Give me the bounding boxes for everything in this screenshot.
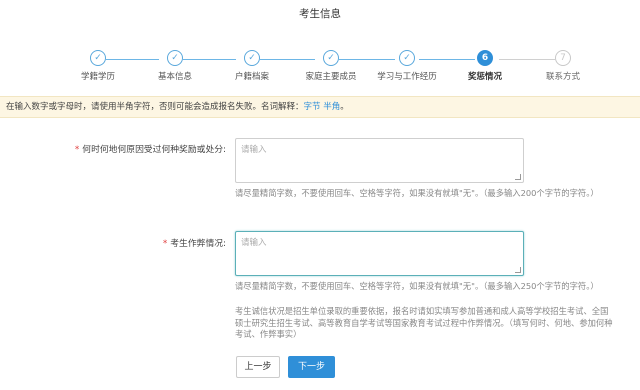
cheating-field-label: * 考生作弊情况: bbox=[40, 236, 226, 249]
step-contact[interactable]: 7 联系方式 bbox=[523, 50, 603, 82]
cheating-help: 请尽量精简字数，不要使用回车、空格等字符，如果没有就填"无"。（最多输入250个… bbox=[235, 281, 599, 291]
notice-bar: 在输入数字或字母时，请使用半角字符，否则可能会造成报名失败。名词解释：字节 半角… bbox=[0, 96, 640, 118]
required-mark: * bbox=[74, 145, 80, 155]
check-icon: ✓ bbox=[167, 50, 183, 66]
check-icon: ✓ bbox=[323, 50, 339, 66]
step-number: 6 bbox=[477, 50, 493, 66]
cheating-placeholder: 请输入 bbox=[241, 238, 267, 248]
step-study-work[interactable]: ✓ 学习与工作经历 bbox=[367, 50, 447, 82]
notice-end: 。 bbox=[340, 102, 349, 112]
step-rewards[interactable]: 6 奖惩情况 bbox=[445, 50, 525, 82]
step-label: 学习与工作经历 bbox=[377, 72, 437, 82]
notice-text: 在输入数字或字母时，请使用半角字符，否则可能会造成报名失败。名词解释： bbox=[6, 102, 304, 112]
rewards-placeholder: 请输入 bbox=[241, 145, 267, 155]
check-icon: ✓ bbox=[399, 50, 415, 66]
step-huji[interactable]: ✓ 户籍档案 bbox=[212, 50, 292, 82]
check-icon: ✓ bbox=[90, 50, 106, 66]
cheating-label-text: 考生作弊情况: bbox=[170, 239, 226, 249]
step-label: 学籍学历 bbox=[80, 72, 115, 82]
term-link-byte[interactable]: 字节 bbox=[304, 102, 321, 112]
prev-button[interactable]: 上一步 bbox=[236, 356, 280, 378]
step-label: 基本信息 bbox=[157, 72, 192, 82]
next-button[interactable]: 下一步 bbox=[288, 356, 335, 378]
step-label: 户籍档案 bbox=[234, 72, 269, 82]
step-xueji[interactable]: ✓ 学籍学历 bbox=[58, 50, 138, 82]
rewards-help: 请尽量精简字数，不要使用回车、空格等字符，如果没有就填"无"。（最多输入200个… bbox=[235, 188, 599, 198]
term-link-halfwidth[interactable]: 半角 bbox=[323, 102, 340, 112]
rewards-label-text: 何时何地何原因受过何种奖励或处分: bbox=[82, 145, 226, 155]
step-family[interactable]: ✓ 家庭主要成员 bbox=[291, 50, 371, 82]
resize-handle-icon[interactable] bbox=[515, 174, 521, 180]
rewards-field-label: * 何时何地何原因受过何种奖励或处分: bbox=[40, 142, 226, 155]
resize-handle-icon[interactable] bbox=[515, 267, 521, 273]
page-title: 考生信息 bbox=[299, 8, 341, 20]
cheating-textarea[interactable]: 请输入 bbox=[235, 231, 524, 276]
step-basic-info[interactable]: ✓ 基本信息 bbox=[135, 50, 215, 82]
rewards-textarea[interactable]: 请输入 bbox=[235, 138, 524, 183]
step-label: 奖惩情况 bbox=[467, 72, 502, 82]
step-label: 家庭主要成员 bbox=[305, 72, 357, 82]
required-mark: * bbox=[162, 239, 168, 249]
step-number: 7 bbox=[555, 50, 571, 66]
check-icon: ✓ bbox=[244, 50, 260, 66]
progress-steps: ✓ 学籍学历 ✓ 基本信息 ✓ 户籍档案 ✓ 家庭主要成员 ✓ 学习与工作经历 … bbox=[0, 50, 640, 90]
cheating-help-integrity: 考生诚信状况是招生单位录取的重要依据，报名时请如实填写参加普通和成人高等学校招生… bbox=[235, 306, 613, 339]
step-label: 联系方式 bbox=[545, 72, 580, 82]
